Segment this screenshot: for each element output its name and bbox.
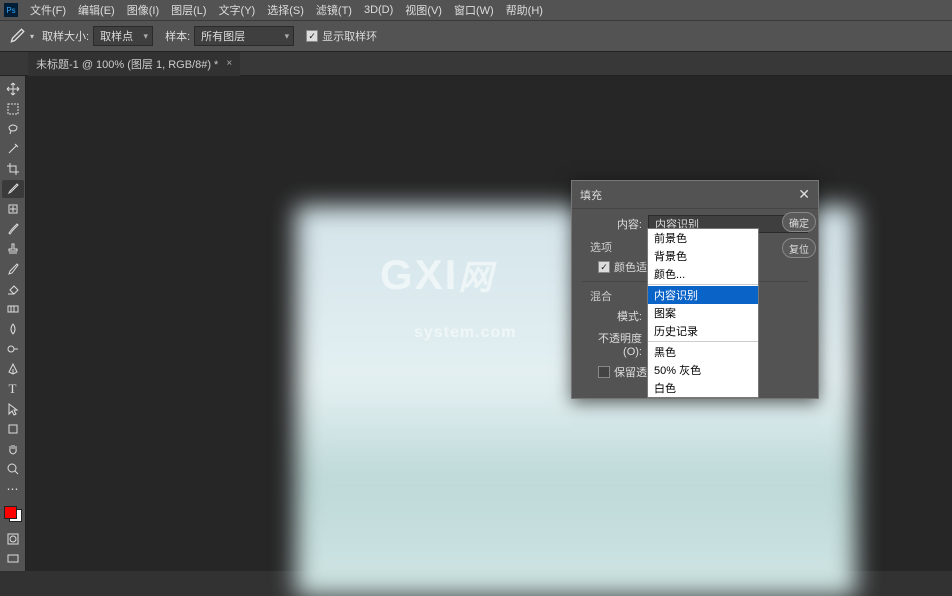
sample-size-select[interactable]: 取样点 (93, 26, 153, 46)
sample-select[interactable]: 所有图层 (194, 26, 294, 46)
quickmask-tool[interactable] (2, 530, 24, 548)
document-tab-bar: 未标题-1 @ 100% (图层 1, RGB/8#) * × (0, 52, 952, 76)
document-tab-close-icon[interactable]: × (226, 58, 232, 69)
foreground-color[interactable] (4, 506, 17, 519)
document-tab[interactable]: 未标题-1 @ 100% (图层 1, RGB/8#) * × (28, 52, 240, 76)
mode-label: 模式: (582, 308, 642, 324)
tool-preset-arrow-icon[interactable]: ▾ (30, 32, 34, 41)
lasso-tool[interactable] (2, 120, 24, 138)
menu-help[interactable]: 帮助(H) (500, 0, 549, 20)
menu-3d[interactable]: 3D(D) (358, 2, 399, 18)
spot-heal-tool[interactable] (2, 200, 24, 218)
show-ring-label: 显示取样环 (322, 28, 377, 44)
show-ring-checkbox[interactable]: ✓ (306, 30, 318, 42)
blur-tool[interactable] (2, 320, 24, 338)
eraser-tool[interactable] (2, 280, 24, 298)
eyedropper-tool-icon (8, 27, 26, 45)
marquee-tool[interactable] (2, 100, 24, 118)
menu-type[interactable]: 文字(Y) (213, 0, 262, 20)
ok-button[interactable]: 确定 (782, 212, 816, 232)
sample-size-label: 取样大小: (42, 28, 89, 44)
menu-view[interactable]: 视图(V) (399, 0, 448, 20)
opacity-label: 不透明度(O): (582, 330, 642, 358)
dropdown-option-pattern[interactable]: 图案 (648, 304, 758, 322)
sample-label: 样本: (165, 28, 190, 44)
dropdown-option-white[interactable]: 白色 (648, 379, 758, 397)
dropdown-option-content-aware[interactable]: 内容识别 (648, 286, 758, 304)
menu-layer[interactable]: 图层(L) (165, 0, 212, 20)
options-bar: ▾ 取样大小: 取样点 样本: 所有图层 ✓ 显示取样环 (0, 20, 952, 52)
menu-select[interactable]: 选择(S) (261, 0, 310, 20)
type-tool[interactable]: T (2, 380, 24, 398)
crop-tool[interactable] (2, 160, 24, 178)
dropdown-option-gray[interactable]: 50% 灰色 (648, 361, 758, 379)
photoshop-icon: Ps (4, 3, 18, 17)
color-adapt-checkbox[interactable]: ✓ (598, 261, 610, 273)
watermark: GXI网 system.com (380, 250, 517, 348)
menu-file[interactable]: 文件(F) (24, 0, 72, 20)
menu-edit[interactable]: 编辑(E) (72, 0, 121, 20)
history-brush-tool[interactable] (2, 260, 24, 278)
reset-button[interactable]: 复位 (782, 238, 816, 258)
content-label: 内容: (582, 216, 642, 232)
dropdown-option-history[interactable]: 历史记录 (648, 322, 758, 340)
menu-window[interactable]: 窗口(W) (448, 0, 500, 20)
gradient-tool[interactable] (2, 300, 24, 318)
dialog-close-icon[interactable]: ✕ (798, 186, 810, 203)
stamp-tool[interactable] (2, 240, 24, 258)
dropdown-separator (648, 284, 758, 285)
dialog-titlebar[interactable]: 填充 ✕ (572, 181, 818, 209)
dialog-title: 填充 (580, 187, 602, 203)
dodge-tool[interactable] (2, 340, 24, 358)
menu-bar: Ps 文件(F) 编辑(E) 图像(I) 图层(L) 文字(Y) 选择(S) 滤… (0, 0, 952, 20)
pen-tool[interactable] (2, 360, 24, 378)
hand-tool[interactable] (2, 440, 24, 458)
edit-toolbar[interactable]: ⋯ (2, 480, 24, 498)
preserve-checkbox[interactable] (598, 366, 610, 378)
dropdown-option-background[interactable]: 背景色 (648, 247, 758, 265)
shape-tool[interactable] (2, 420, 24, 438)
tool-palette: T ⋯ (0, 76, 26, 571)
color-swatch[interactable] (4, 506, 22, 522)
dropdown-option-black[interactable]: 黑色 (648, 343, 758, 361)
menu-filter[interactable]: 滤镜(T) (310, 0, 358, 20)
brush-tool[interactable] (2, 220, 24, 238)
eyedropper-tool[interactable] (2, 180, 24, 198)
menu-image[interactable]: 图像(I) (121, 0, 165, 20)
dropdown-option-foreground[interactable]: 前景色 (648, 229, 758, 247)
dialog-buttons: 确定 复位 (782, 212, 816, 264)
screenmode-tool[interactable] (2, 550, 24, 568)
dropdown-separator (648, 341, 758, 342)
magic-wand-tool[interactable] (2, 140, 24, 158)
document-tab-title: 未标题-1 @ 100% (图层 1, RGB/8#) * (36, 56, 218, 72)
zoom-tool[interactable] (2, 460, 24, 478)
move-tool[interactable] (2, 80, 24, 98)
path-select-tool[interactable] (2, 400, 24, 418)
dropdown-option-color[interactable]: 颜色... (648, 265, 758, 283)
content-dropdown: 前景色 背景色 颜色... 内容识别 图案 历史记录 黑色 50% 灰色 白色 (647, 228, 759, 398)
